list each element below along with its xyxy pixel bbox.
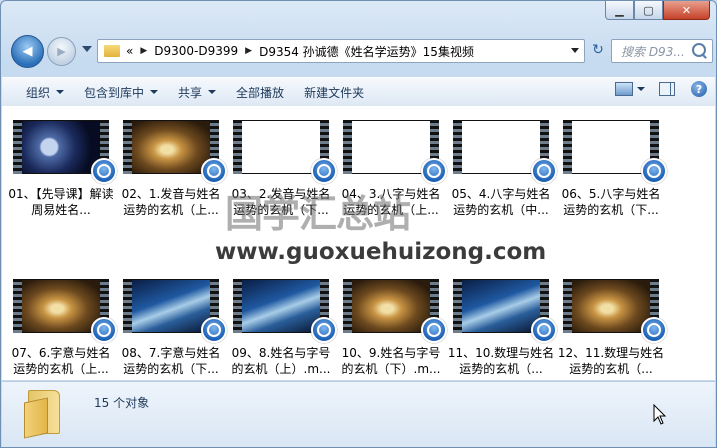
include-library-label: 包含到库中: [84, 85, 145, 100]
chevron-down-icon: [56, 90, 65, 94]
file-name: 10、9.姓名与字号的玄机（下）.m...: [341, 346, 441, 376]
caption-buttons: ▁ ▢ ✕: [605, 1, 710, 20]
video-thumbnail: [343, 279, 447, 343]
chevron-down-icon: [150, 90, 159, 94]
refresh-icon: ↻: [592, 42, 604, 58]
media-player-icon: [531, 158, 557, 184]
forward-arrow-icon: ▶: [57, 45, 66, 58]
file-name: 09、8.姓名与字号的玄机（上）.m...: [231, 346, 331, 376]
organize-menu[interactable]: 组织: [16, 78, 74, 106]
details-pane: 15 个对象: [2, 381, 715, 447]
video-thumbnail: [563, 279, 667, 343]
breadcrumb-separator-icon[interactable]: ▶: [245, 46, 252, 56]
video-thumbnail: [563, 120, 667, 184]
file-name: 01、【先导课】解读周易姓名...: [8, 187, 114, 217]
file-name: 12、11.数理与姓名运势的玄机（...: [557, 346, 665, 376]
file-name: 06、5.八字与姓名运势的玄机（下...: [561, 187, 661, 217]
preview-pane-icon[interactable]: [659, 82, 675, 96]
file-name: 07、6.字意与姓名运势的玄机（上...: [11, 346, 111, 376]
folder-icon: [24, 390, 60, 439]
breadcrumb-separator-icon[interactable]: ▶: [140, 46, 147, 56]
include-library-menu[interactable]: 包含到库中: [74, 78, 168, 106]
back-button[interactable]: ◀: [11, 35, 44, 68]
recent-pages-dropdown[interactable]: [82, 46, 92, 52]
video-thumbnail: [13, 120, 117, 184]
help-icon[interactable]: ?: [691, 81, 707, 97]
address-bar[interactable]: « ▶ D9300-D9399 ▶ D9354 孙诚德《姓名学运势》15集视频: [97, 39, 585, 63]
video-thumbnail: [453, 120, 557, 184]
file-item[interactable]: 09、8.姓名与字号的玄机（上）.m...: [227, 279, 337, 377]
media-player-icon: [421, 317, 447, 343]
new-folder-button[interactable]: 新建文件夹: [294, 78, 374, 106]
play-all-label: 全部播放: [236, 85, 285, 100]
breadcrumb-overflow[interactable]: «: [126, 44, 133, 58]
media-player-icon: [641, 158, 667, 184]
video-thumbnail: [453, 279, 557, 343]
address-dropdown-icon[interactable]: [571, 48, 579, 53]
search-input[interactable]: 搜索 D93...: [611, 39, 713, 63]
file-item[interactable]: 01、【先导课】解读周易姓名...: [7, 120, 117, 218]
media-player-icon: [531, 317, 557, 343]
close-button[interactable]: ✕: [663, 1, 710, 20]
forward-button[interactable]: ▶: [47, 37, 76, 66]
media-player-icon: [641, 317, 667, 343]
item-count: 15 个对象: [94, 396, 150, 410]
file-item[interactable]: 12、11.数理与姓名运势的玄机（...: [557, 279, 667, 377]
video-thumbnail: [13, 279, 117, 343]
command-bar: 组织 包含到库中 共享 全部播放 新建文件夹 ?: [2, 77, 715, 107]
media-player-icon: [201, 317, 227, 343]
file-item[interactable]: 05、4.八字与姓名运势的玄机（中...: [447, 120, 557, 218]
file-item[interactable]: 02、1.发音与姓名运势的玄机（上...: [117, 120, 227, 218]
media-player-icon: [311, 158, 337, 184]
file-item[interactable]: 07、6.字意与姓名运势的玄机（上...: [7, 279, 117, 377]
share-label: 共享: [178, 85, 203, 100]
breadcrumb-item-parent[interactable]: D9300-D9399: [154, 44, 238, 58]
file-name: 11、10.数理与姓名运势的玄机（...: [447, 346, 555, 376]
file-item[interactable]: 06、5.八字与姓名运势的玄机（下...: [557, 120, 667, 218]
refresh-button[interactable]: ↻: [587, 39, 609, 61]
organize-label: 组织: [26, 85, 51, 100]
toolbar-right: ?: [615, 81, 707, 97]
media-player-icon: [201, 158, 227, 184]
file-item[interactable]: 10、9.姓名与字号的玄机（下）.m...: [337, 279, 447, 377]
back-arrow-icon: ◀: [22, 44, 33, 59]
maximize-button[interactable]: ▢: [634, 1, 663, 20]
play-all-button[interactable]: 全部播放: [226, 78, 294, 106]
mouse-cursor-icon: [653, 404, 667, 425]
new-folder-label: 新建文件夹: [304, 85, 365, 100]
breadcrumb: « ▶ D9300-D9399 ▶ D9354 孙诚德《姓名学运势》15集视频: [126, 43, 474, 60]
video-thumbnail: [123, 279, 227, 343]
explorer-window: ▁ ▢ ✕ ◀ ▶ « ▶ D9300-D9399 ▶ D9354 孙诚德《姓名…: [0, 0, 717, 448]
media-player-icon: [91, 317, 117, 343]
video-thumbnail: [123, 120, 227, 184]
file-item[interactable]: 11、10.数理与姓名运势的玄机（...: [447, 279, 557, 377]
view-dropdown-icon[interactable]: [637, 87, 645, 91]
video-thumbnail: [343, 120, 447, 184]
watermark-url: www.guoxuehuizong.com: [215, 239, 547, 265]
file-name: 05、4.八字与姓名运势的玄机（中...: [451, 187, 551, 217]
video-thumbnail: [233, 120, 337, 184]
file-name: 08、7.字意与姓名运势的玄机（下...: [121, 346, 221, 376]
watermark-chinese: 国学汇总站: [225, 192, 411, 236]
media-player-icon: [311, 317, 337, 343]
share-menu[interactable]: 共享: [168, 78, 226, 106]
media-player-icon: [421, 158, 447, 184]
folder-icon: [104, 45, 120, 57]
search-placeholder: 搜索 D93...: [621, 44, 685, 59]
breadcrumb-item-current[interactable]: D9354 孙诚德《姓名学运势》15集视频: [259, 43, 474, 60]
view-options-icon[interactable]: [615, 82, 633, 96]
search-icon: [692, 43, 706, 57]
file-name: 02、1.发音与姓名运势的玄机（上...: [121, 187, 221, 217]
video-thumbnail: [233, 279, 337, 343]
media-player-icon: [91, 158, 117, 184]
file-item[interactable]: 08、7.字意与姓名运势的玄机（下...: [117, 279, 227, 377]
navigation-bar: ◀ ▶ « ▶ D9300-D9399 ▶ D9354 孙诚德《姓名学运势》15…: [7, 35, 713, 69]
chevron-down-icon: [208, 90, 217, 94]
minimize-button[interactable]: ▁: [605, 1, 634, 20]
